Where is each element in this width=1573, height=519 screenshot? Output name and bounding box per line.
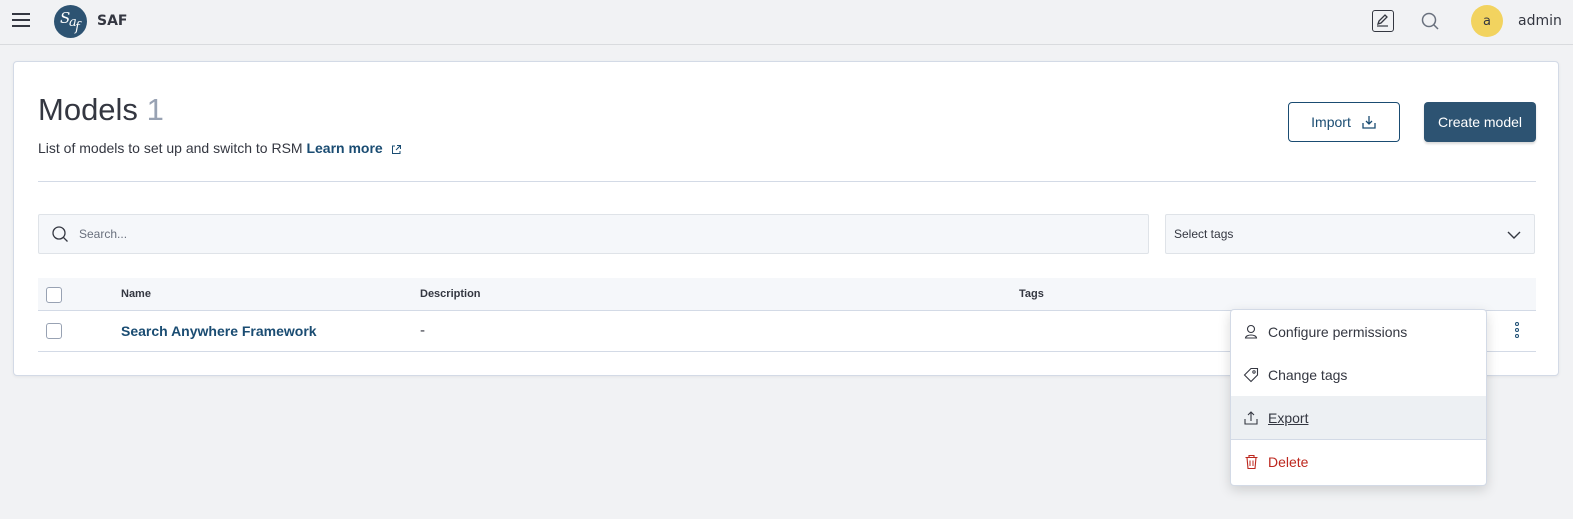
external-link-icon[interactable] — [391, 144, 402, 155]
hamburger-menu-icon[interactable] — [12, 13, 30, 29]
subtitle-text: List of models to set up and switch to R… — [38, 140, 303, 156]
tags-select-placeholder: Select tags — [1174, 227, 1234, 241]
import-button[interactable]: Import — [1288, 102, 1400, 142]
menu-item-label: Export — [1268, 409, 1309, 426]
row-checkbox[interactable] — [46, 323, 62, 339]
user-lock-icon — [1243, 324, 1259, 340]
tag-icon — [1243, 367, 1259, 383]
search-input[interactable] — [79, 215, 1139, 253]
row-actions-menu: Configure permissions Change tags Export… — [1230, 309, 1487, 486]
download-icon — [1362, 116, 1376, 129]
menu-item-delete[interactable]: Delete — [1231, 440, 1486, 483]
saf-logo[interactable]: S a f — [54, 5, 87, 38]
menu-item-label: Delete — [1268, 453, 1309, 470]
menu-item-configure-permissions[interactable]: Configure permissions — [1231, 310, 1486, 353]
row-actions-kebab-icon[interactable] — [1514, 322, 1520, 340]
column-header-tags[interactable]: Tags — [1019, 288, 1044, 300]
column-header-description[interactable]: Description — [420, 288, 481, 300]
page-title-text: Models — [38, 92, 138, 127]
username-label[interactable]: admin — [1518, 13, 1562, 29]
model-name-link[interactable]: Search Anywhere Framework — [121, 323, 317, 339]
search-field[interactable] — [38, 214, 1149, 254]
create-model-button[interactable]: Create model — [1424, 102, 1536, 142]
models-count: 1 — [146, 92, 164, 127]
import-button-label: Import — [1311, 114, 1351, 130]
tags-select[interactable]: Select tags — [1165, 214, 1535, 254]
search-icon — [52, 226, 68, 242]
menu-item-change-tags[interactable]: Change tags — [1231, 353, 1486, 396]
chevron-down-icon — [1507, 231, 1521, 239]
notes-edit-icon[interactable] — [1372, 10, 1394, 32]
user-avatar[interactable]: a — [1471, 5, 1503, 37]
learn-more-link[interactable]: Learn more — [306, 140, 382, 156]
app-name: SAF — [97, 13, 128, 29]
table-header: Name Description Tags — [38, 278, 1536, 311]
column-header-name[interactable]: Name — [121, 288, 151, 300]
menu-item-label: Change tags — [1268, 366, 1348, 383]
menu-item-label: Configure permissions — [1268, 323, 1408, 340]
select-all-checkbox[interactable] — [46, 287, 62, 303]
search-icon[interactable] — [1420, 11, 1440, 31]
header-divider — [38, 181, 1536, 182]
page-subtitle: List of models to set up and switch to R… — [38, 140, 402, 156]
export-icon — [1243, 410, 1259, 426]
menu-item-export[interactable]: Export — [1231, 396, 1486, 439]
model-description: - — [420, 323, 426, 339]
page-title: Models 1 — [38, 92, 164, 128]
top-navigation-bar: S a f SAF a admin — [0, 0, 1573, 45]
trash-icon — [1243, 454, 1259, 470]
